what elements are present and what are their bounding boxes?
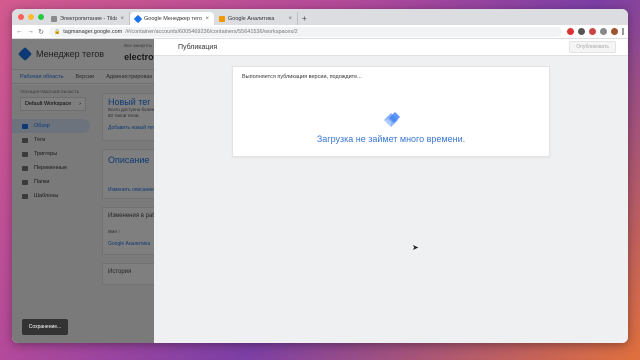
browser-tab-analytics[interactable]: Google Аналитика × (214, 12, 298, 25)
back-button[interactable]: ← (16, 28, 23, 35)
close-window-button[interactable] (18, 14, 24, 20)
extension-icon[interactable] (578, 28, 585, 35)
extensions-area (567, 28, 624, 35)
address-bar: ← → ↻ 🔒 tagmanager.google.com/#/containe… (12, 25, 628, 39)
publish-button[interactable]: Опубликовать (569, 41, 616, 53)
forward-button[interactable]: → (27, 28, 34, 35)
reload-button[interactable]: ↻ (38, 28, 44, 36)
browser-tab-gtm[interactable]: Google Менеджер тегов × (130, 12, 214, 25)
puzzle-icon[interactable] (600, 28, 607, 35)
avatar[interactable] (611, 28, 618, 35)
url-host: tagmanager.google.com (63, 28, 123, 35)
loading-spinner-icon (384, 112, 400, 127)
publish-status-text: Выполняется публикация версии, подождите… (242, 74, 362, 80)
close-tab-icon[interactable]: × (205, 16, 209, 22)
mouse-cursor-icon: ➤ (412, 243, 419, 252)
new-tab-button[interactable]: + (302, 12, 307, 25)
publish-status-card: Выполняется публикация версии, подождите… (232, 66, 550, 157)
analytics-favicon-icon (219, 15, 225, 22)
tab-strip: Электропитание - Tilda × Google Менеджер… (12, 9, 628, 25)
lock-icon: 🔒 (54, 28, 61, 35)
loading-message: Загрузка не займет много времени. (316, 134, 466, 144)
tab-title: Google Менеджер тегов (144, 15, 203, 22)
menu-icon[interactable] (622, 28, 624, 35)
extension-icon[interactable] (589, 28, 596, 35)
close-tab-icon[interactable]: × (120, 16, 124, 22)
extension-icon[interactable] (567, 28, 574, 35)
tab-title: Электропитание - Tilda (60, 15, 118, 22)
gtm-favicon-icon (133, 14, 143, 23)
publish-panel: Публикация Опубликовать Выполняется публ… (154, 39, 628, 343)
url-path: /#/container/accounts/6005469236/contain… (125, 28, 298, 35)
browser-window: Электропитание - Tilda × Google Менеджер… (12, 9, 628, 343)
publish-title: Публикация (178, 43, 218, 51)
browser-tab-tilda[interactable]: Электропитание - Tilda × (46, 12, 130, 25)
window-controls (18, 14, 44, 20)
url-field[interactable]: 🔒 tagmanager.google.com/#/container/acco… (49, 26, 562, 37)
close-tab-icon[interactable]: × (288, 16, 292, 22)
publish-panel-header: Публикация Опубликовать (154, 39, 628, 56)
saving-toast: Сохранение... (22, 319, 68, 335)
maximize-window-button[interactable] (38, 14, 44, 20)
tilda-favicon-icon (51, 15, 57, 22)
tab-title: Google Аналитика (228, 15, 275, 22)
minimize-window-button[interactable] (28, 14, 34, 20)
